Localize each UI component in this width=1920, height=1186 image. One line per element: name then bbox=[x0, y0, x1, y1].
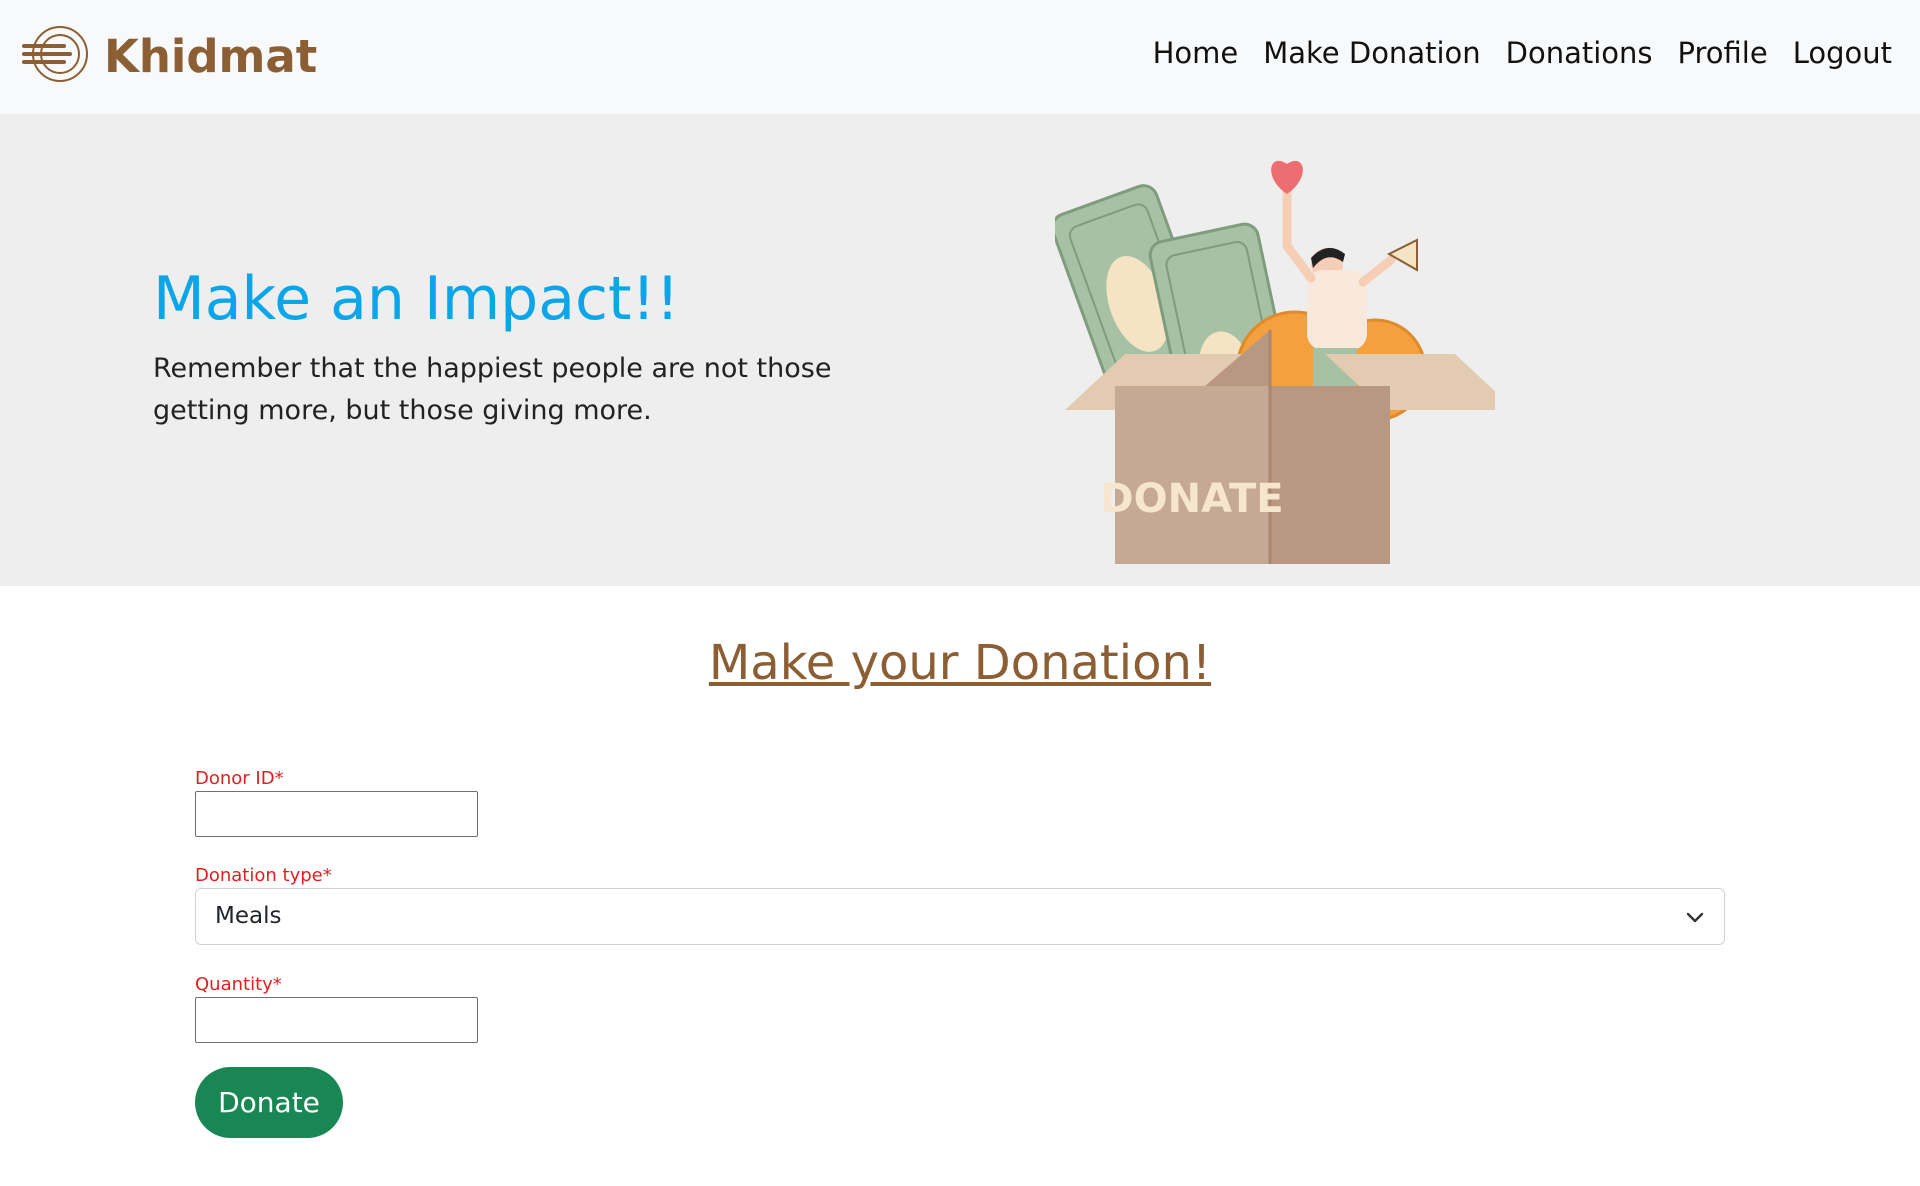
donation-type-value: Meals bbox=[215, 903, 282, 929]
nav-links: Home Make Donation Donations Profile Log… bbox=[1153, 36, 1892, 70]
donation-box-illustration: DONATE bbox=[1050, 150, 1515, 570]
nav-profile[interactable]: Profile bbox=[1678, 36, 1768, 70]
nav-logout[interactable]: Logout bbox=[1793, 36, 1892, 70]
donation-type-label: Donation type* bbox=[195, 865, 332, 886]
hero-text: Remember that the happiest people are no… bbox=[153, 353, 832, 426]
donate-button[interactable]: Donate bbox=[195, 1067, 343, 1138]
quantity-label: Quantity* bbox=[195, 974, 282, 995]
quantity-input[interactable] bbox=[195, 997, 478, 1043]
donor-id-input[interactable] bbox=[195, 791, 478, 837]
form-title: Make your Donation! bbox=[708, 635, 1212, 691]
brand[interactable]: Khidmat bbox=[20, 24, 318, 89]
hero-title: Make an Impact!! bbox=[153, 264, 680, 334]
brand-name: Khidmat bbox=[104, 29, 318, 83]
nav-make-donation[interactable]: Make Donation bbox=[1263, 36, 1480, 70]
donor-id-label: Donor ID* bbox=[195, 768, 284, 789]
nav-home[interactable]: Home bbox=[1153, 36, 1239, 70]
nav-donations[interactable]: Donations bbox=[1506, 36, 1653, 70]
donation-type-select[interactable]: Meals bbox=[195, 888, 1725, 945]
box-label: DONATE bbox=[1100, 476, 1283, 522]
plate-utensils-icon bbox=[20, 24, 92, 89]
chevron-down-icon bbox=[1684, 907, 1706, 929]
navbar: Khidmat Home Make Donation Donations Pro… bbox=[0, 0, 1920, 114]
hero-banner: Make an Impact!! Remember that the happi… bbox=[0, 114, 1920, 586]
